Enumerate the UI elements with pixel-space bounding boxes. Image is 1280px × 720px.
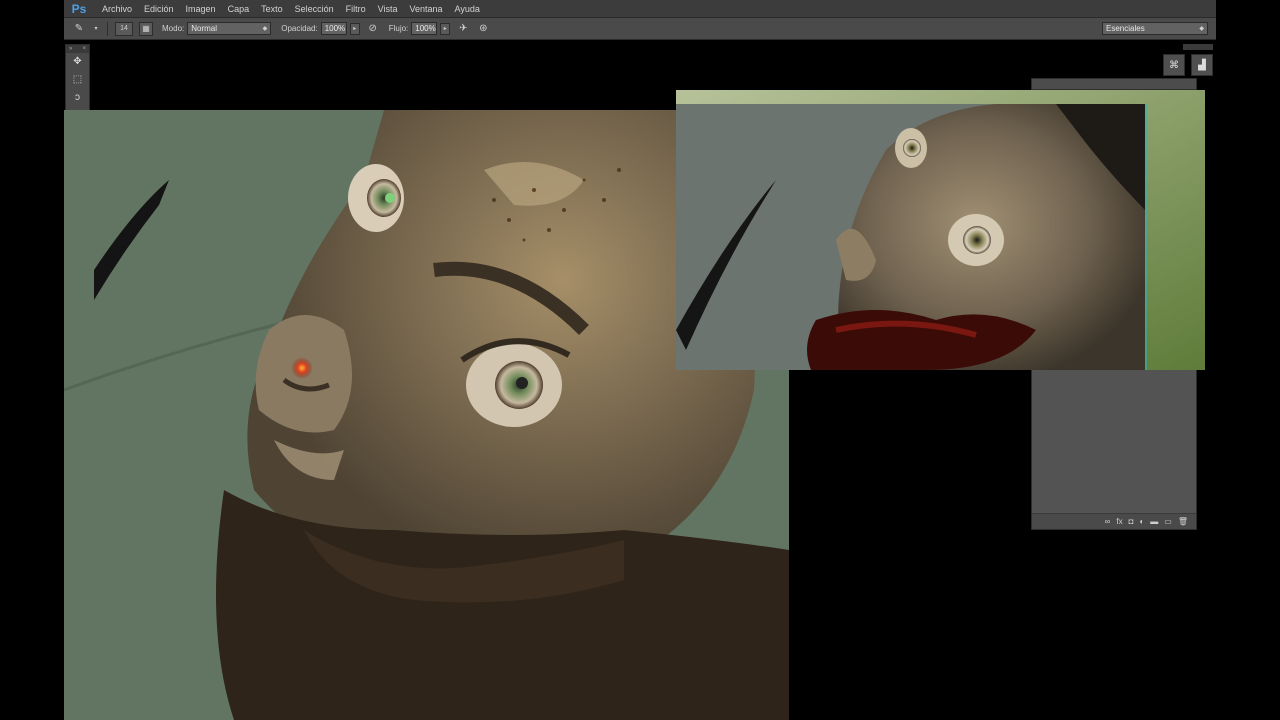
airbrush-toggle[interactable]: ✈	[456, 22, 470, 36]
separator	[107, 21, 108, 36]
adjustment-layer-button[interactable]: ◐	[1139, 517, 1144, 526]
histogram-panel-button[interactable]: ▟	[1191, 54, 1213, 76]
menu-ayuda[interactable]: Ayuda	[449, 4, 486, 14]
menu-capa[interactable]: Capa	[222, 4, 256, 14]
close-icon[interactable]: ×	[82, 46, 86, 52]
tool-preset-arrow[interactable]: ▾	[92, 22, 100, 36]
chevron-down-icon: ◆	[1199, 26, 1204, 32]
pressure-opacity-toggle[interactable]: ⊘	[366, 22, 380, 36]
layers-panel: ∞ fx ◘ ◐ ▬ ▭ 🗑	[1031, 370, 1197, 530]
link-layers-button[interactable]: ∞	[1105, 517, 1111, 526]
reference-photo	[676, 90, 1205, 370]
workspace-select[interactable]: Esenciales ◆	[1102, 22, 1208, 35]
menu-bar: Ps Archivo Edición Imagen Capa Texto Sel…	[64, 0, 1216, 18]
mode-value: Normal	[191, 24, 218, 33]
flow-label: Flujo:	[388, 24, 409, 33]
workspace-value: Esenciales	[1106, 24, 1145, 33]
mode-select[interactable]: Normal ◆	[187, 22, 272, 35]
menu-vista[interactable]: Vista	[372, 4, 404, 14]
add-mask-button[interactable]: ◘	[1129, 517, 1134, 526]
tool-preset-picker[interactable]: ✎	[72, 22, 86, 36]
photoshop-logo: Ps	[71, 1, 87, 16]
opacity-slider-toggle[interactable]: ▸	[349, 22, 360, 35]
menu-filtro[interactable]: Filtro	[340, 4, 372, 14]
side-dock: ⌘ ▟	[1163, 44, 1213, 124]
lasso-icon: ↄ	[75, 92, 80, 103]
toolbox-grip[interactable]: » ×	[66, 45, 89, 53]
lasso-tool[interactable]: ↄ	[66, 89, 89, 107]
opacity-value: 100%	[324, 24, 346, 33]
pressure-size-icon: ⊛	[479, 23, 488, 34]
dock-grip[interactable]	[1183, 44, 1213, 50]
brush-panel-icon: ▦	[142, 24, 150, 33]
histogram-icon: ▟	[1198, 59, 1206, 71]
marquee-icon: ⬚	[72, 74, 83, 85]
flow-value: 100%	[415, 24, 436, 33]
history-panel-button[interactable]: ⌘	[1163, 54, 1185, 76]
menu-edicion[interactable]: Edición	[138, 4, 180, 14]
brush-icon: ✎	[74, 23, 84, 34]
mode-label: Modo:	[162, 24, 185, 33]
menu-texto[interactable]: Texto	[255, 4, 289, 14]
marquee-tool[interactable]: ⬚	[66, 71, 89, 89]
opacity-input[interactable]: 100%	[320, 22, 347, 35]
history-icon: ⌘	[1169, 59, 1179, 71]
opacity-label: Opacidad:	[281, 24, 318, 33]
layer-style-button[interactable]: fx	[1116, 517, 1122, 526]
pressure-size-toggle[interactable]: ⊛	[476, 22, 490, 36]
brush-panel-toggle[interactable]: ▦	[139, 21, 153, 36]
brush-size-value: 14	[120, 25, 128, 32]
menu-archivo[interactable]: Archivo	[96, 4, 138, 14]
layers-panel-footer: ∞ fx ◘ ◐ ▬ ▭ 🗑	[1032, 513, 1196, 529]
delete-layer-button[interactable]: 🗑	[1178, 517, 1188, 526]
move-tool[interactable]: ✥	[66, 53, 89, 71]
menu-ventana[interactable]: Ventana	[404, 4, 449, 14]
menu-imagen[interactable]: Imagen	[180, 4, 222, 14]
options-bar: ✎ ▾ 14 ▦ Modo: Normal ◆ Opacidad: 100% ▸…	[64, 18, 1216, 40]
expand-icon[interactable]: »	[69, 46, 72, 52]
brush-size-picker[interactable]: 14	[115, 21, 133, 36]
pressure-icon: ⊘	[368, 23, 377, 34]
new-group-button[interactable]: ▬	[1150, 517, 1158, 526]
airbrush-icon: ✈	[459, 23, 468, 34]
reference-image-window[interactable]	[676, 90, 1205, 370]
menu-seleccion[interactable]: Selección	[289, 4, 340, 14]
flow-slider-toggle[interactable]: ▸	[440, 22, 451, 35]
new-layer-button[interactable]: ▭	[1164, 517, 1172, 526]
chevron-down-icon: ◆	[262, 26, 268, 32]
move-icon: ✥	[73, 56, 82, 67]
flow-input[interactable]: 100%	[411, 22, 438, 35]
